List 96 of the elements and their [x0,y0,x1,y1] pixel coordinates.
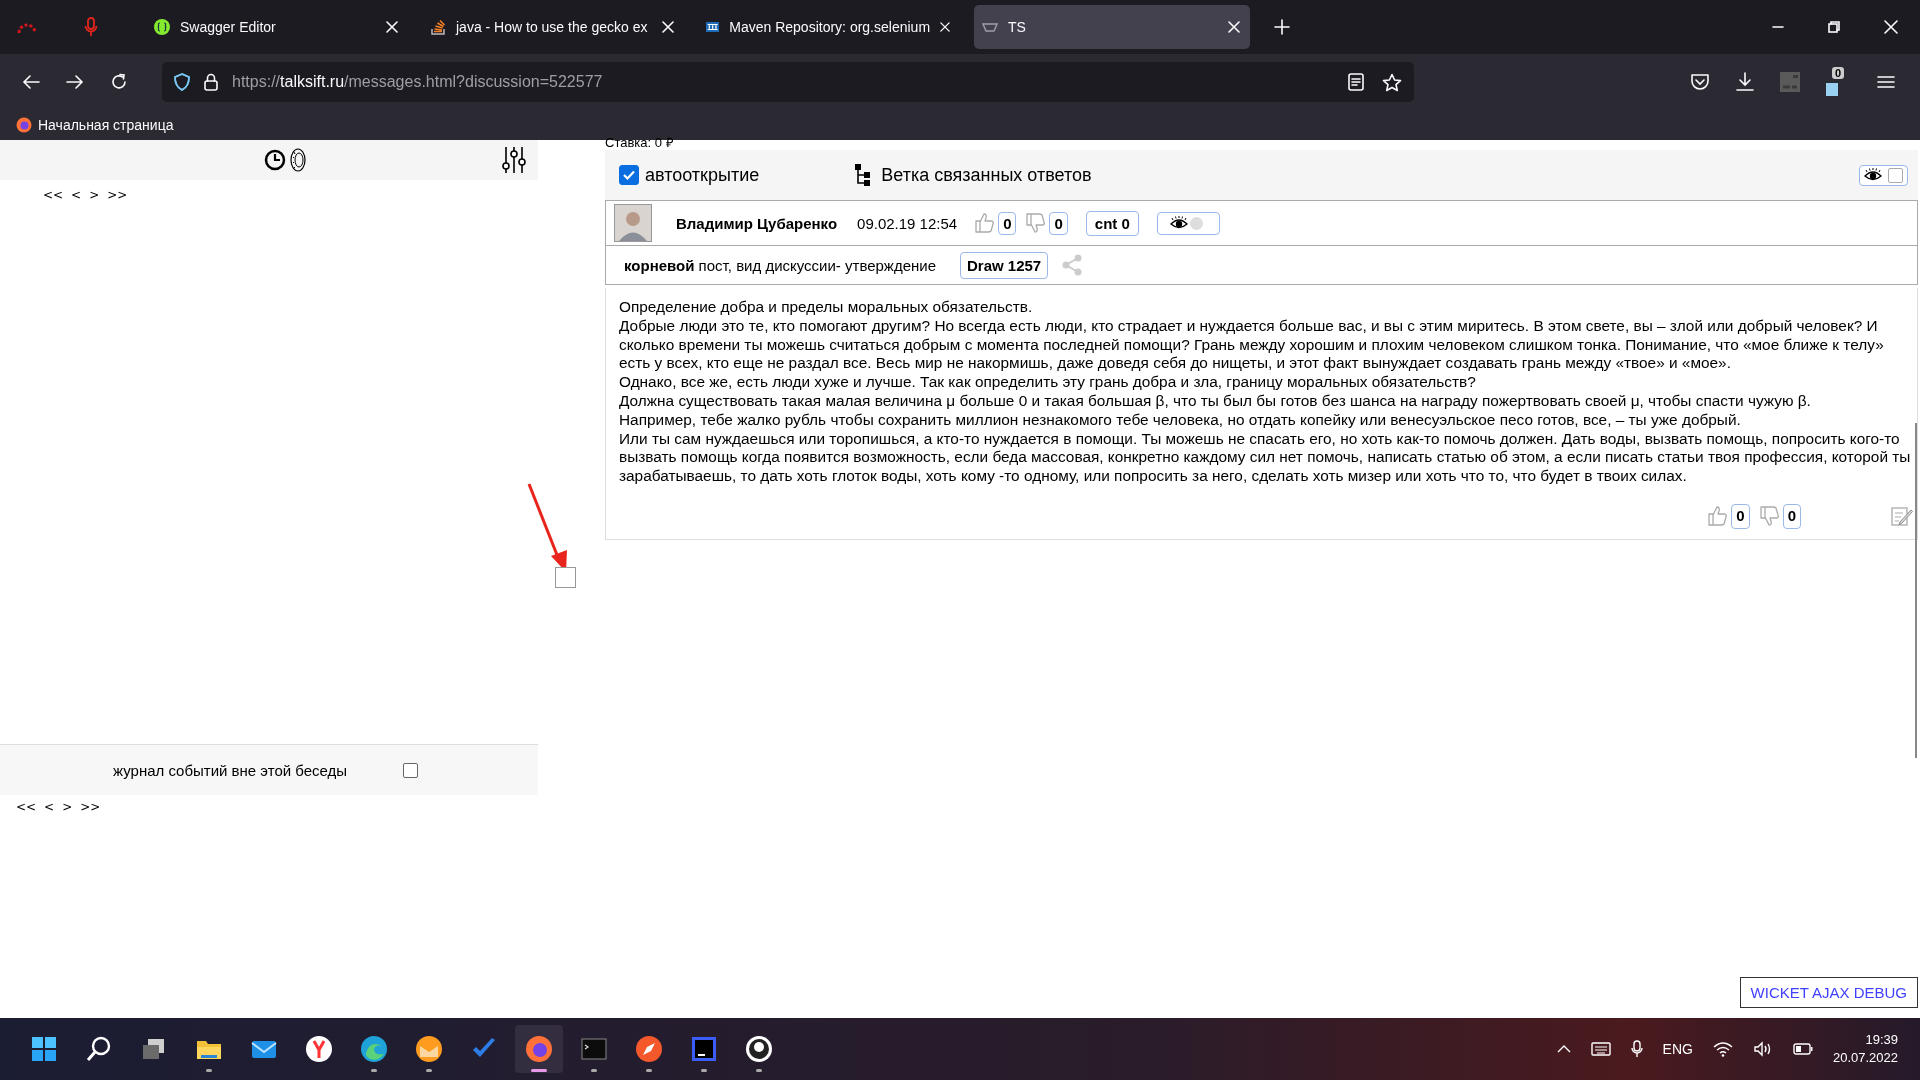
dislike-count: 0 [1782,503,1801,529]
reader-view-icon[interactable] [1348,73,1364,91]
battery-icon[interactable] [1792,1043,1813,1055]
author-name[interactable]: Владимир Цубаренко [676,214,838,232]
download-icon[interactable] [1735,72,1755,92]
pocket-icon[interactable] [1690,73,1710,91]
thumbs-up-icon[interactable] [975,212,996,234]
close-icon[interactable] [940,21,950,33]
pager-link[interactable]: >> [107,188,128,202]
events-label: журнал событий вне этой беседы [113,761,348,779]
search-icon [85,1035,113,1063]
thumbs-down-icon[interactable] [1026,212,1047,234]
extension-button[interactable]: 0 [1825,67,1847,97]
thumbs-up-icon[interactable] [1708,505,1729,528]
close-icon[interactable] [386,21,398,33]
checkbox[interactable] [555,567,576,588]
pager-link[interactable]: > [89,188,100,202]
message-paragraph: Должна существовать такая малая величина μ больше 0 и такая большая β, что ты был бы готов без шанса на награду пожертвовать своей μ, чтобы спасти чужую β. [619,392,1812,411]
view-count: cnt 0 [1085,210,1139,236]
keyboard-icon[interactable] [1590,1042,1611,1056]
url-text[interactable]: https://talksift.ru/messages.html?discussion=522577 [232,73,603,91]
terminal-icon [580,1035,608,1063]
close-icon[interactable] [1228,21,1240,33]
checkbox[interactable] [1888,167,1903,183]
message-paragraph: Или ты сам нуждаешься или торопишься, а кто-то нуждается в помощи. Ты можешь не спасать его, но хоть как-то помочь должен. Дать воды, вызвать помощь, попросить кого-то вызвать помощь когда появится возможность, если беда массовая, конкретно каждому сил нет помочь, написать статью об этом, а если писать статьи твоя профессия, которой ты зарабатываешь, то дать хоть глоток воды, хоть кому -то одному, или попросить за него, сделать хоть мизер или хоть что то, что будет в твоих силах. [619,429,1912,486]
forward-icon[interactable] [66,74,84,90]
like-count: 0 [998,211,1017,235]
eye-icon [1864,167,1882,183]
restore-icon[interactable] [1828,21,1840,33]
clock-date[interactable]: 20.07.2022 [1832,1049,1898,1067]
eye-icon [1169,215,1188,231]
language-indicator[interactable]: ENG [1662,1041,1693,1057]
visibility-toggle[interactable] [1859,164,1908,186]
checkmark-icon [622,169,636,181]
clock-icon[interactable] [264,149,286,171]
pager-link[interactable]: >> [80,800,101,814]
browser-tab[interactable]: Swagger Editor [146,5,408,49]
browser-tab[interactable]: java - How to use the gecko ex [422,5,684,49]
draw-button[interactable]: Draw 1257 [960,251,1049,279]
branch-link[interactable]: Ветка связанных ответов [881,164,1092,186]
tree-icon [855,164,872,186]
wave-logo-icon [360,1035,388,1063]
clock-time[interactable]: 19:39 [1865,1031,1898,1049]
menu-icon[interactable] [1877,74,1895,90]
post-date: 09.02.19 12:54 [857,214,958,232]
thumbs-down-icon[interactable] [1759,505,1780,528]
braces-icon [154,19,170,35]
message-paragraph: Например, тебе жалко рубль чтобы сохранить миллион незнакомого тебе человека, но отдать копейку или венесуэльское песо готов, все, – ты уже добрый. [619,410,1742,430]
autoopen-label: автооткрытие [645,164,760,186]
debug-button[interactable]: WICKET AJAX DEBUG [1739,977,1918,1008]
dislike-count: 0 [1049,211,1068,235]
scrollbar[interactable] [1915,423,1917,758]
pager-link[interactable]: << [43,188,64,202]
pager-link[interactable]: << [16,800,37,814]
letter-y-logo-icon [305,1035,333,1063]
post-type-text: корневой пост, вид дискуссии- утверждение [624,256,936,274]
checkbox[interactable] [403,762,419,778]
close-icon[interactable] [662,21,674,33]
round-logo-icon [745,1035,773,1063]
reload-icon[interactable] [110,73,128,91]
message-paragraph: Определение добра и пределы моральных обязательств. [619,298,1034,317]
extension-badge: 0 [1832,67,1845,79]
speaker-icon[interactable] [1752,1041,1773,1057]
star-icon[interactable] [1382,72,1402,92]
lock-icon [204,73,218,91]
chevron-up-icon[interactable] [1556,1044,1571,1054]
avatar-silhouette-icon [614,204,652,242]
message-paragraph: Добрые люди это те, кто помогают другим? Но всегда есть люди, кто страдает и нуждается больше вас, и вы с этим миритесь. В этом свете, вы – злой или добрый человек? И сколько времени ты можешь считаться добрым с момента последней помощи? Грань между хорошим и плохим человеком слишком тонка. Понимание, что «мое ближе к телу» есть у всех, кто еще не раздал все. Весь мир не накормишь, даже доведя себя до нищеты, и этот факт вынуждает создавать грань между «твое» и «мое». [619,316,1885,374]
pager-link[interactable]: > [62,800,73,814]
wifi-icon[interactable] [1712,1041,1733,1057]
checkbox[interactable] [619,165,639,185]
new-tab-icon[interactable] [1274,19,1290,35]
sliders-icon[interactable] [502,146,526,174]
envelope-circle-icon [415,1035,443,1063]
back-icon[interactable] [22,74,40,90]
bookmark-link[interactable]: Начальная страница [16,117,174,133]
visibility-toggle[interactable] [1156,211,1220,235]
firefox-icon [16,117,32,133]
pager-link[interactable]: < [71,188,82,202]
edit-icon[interactable] [1891,505,1913,528]
windows-logo-icon [30,1035,58,1063]
browser-tab[interactable]: Maven Repository: org.selenium [698,5,960,49]
ide-logo-icon [690,1035,718,1063]
message-paragraph: Однако, все же, есть люди хуже и лучше. Так как определить эту грань добра и зла, границу моральных обязательств? [619,373,1477,392]
browser-tab[interactable]: TS [974,5,1250,49]
shield-icon [174,73,190,91]
grid-logo-icon [706,19,720,35]
stack-icon [430,19,446,35]
like-count: 0 [1731,503,1750,529]
pager-link[interactable]: < [44,800,55,814]
firefox-icon [525,1035,553,1063]
microphone-icon[interactable] [1630,1040,1643,1058]
compass-icon [635,1035,663,1063]
close-icon[interactable] [1884,20,1898,34]
address-bar[interactable]: https://talksift.ru/messages.html?discussion=522577 [162,62,1414,102]
tire-icon[interactable] [290,148,306,172]
